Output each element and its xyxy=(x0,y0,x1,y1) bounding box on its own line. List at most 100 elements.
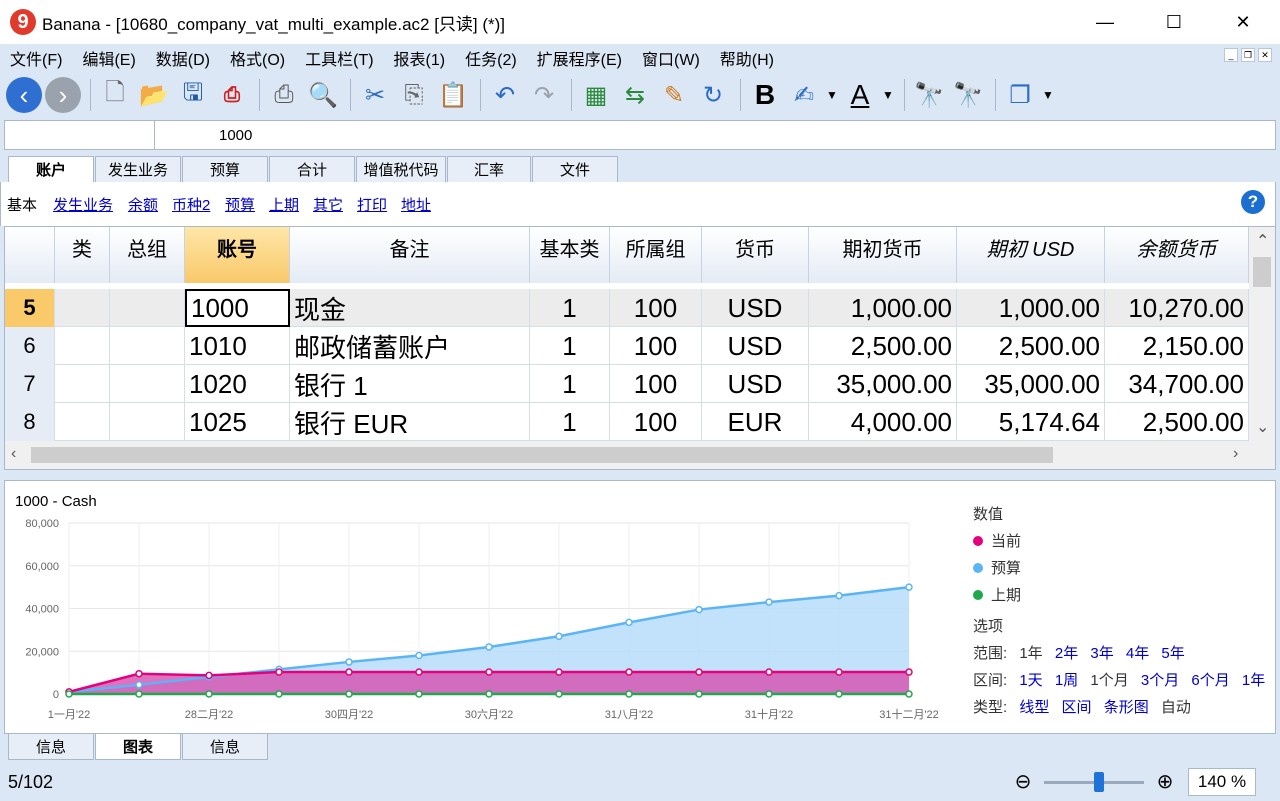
type-option[interactable]: 自动 xyxy=(1161,699,1191,716)
balance-currency-cell[interactable]: 34,700.00 xyxy=(1105,365,1249,403)
forward-icon[interactable]: › xyxy=(45,77,81,113)
chevron-up-icon[interactable]: ⌃ xyxy=(1256,231,1269,251)
tab-exchange-rates[interactable]: 汇率 xyxy=(447,156,531,182)
close-button[interactable]: ✕ xyxy=(1220,0,1266,44)
chevron-down-icon[interactable]: ⌄ xyxy=(1256,417,1269,437)
view-address[interactable]: 地址 xyxy=(401,194,431,215)
tab-transactions[interactable]: 发生业务 xyxy=(95,156,181,182)
row-number[interactable]: 6 xyxy=(5,327,55,365)
currency-cell[interactable]: USD xyxy=(702,327,809,365)
interval-option[interactable]: 1天 xyxy=(1019,672,1042,689)
mdi-close-button[interactable]: ✕ xyxy=(1258,48,1272,62)
print-preview-icon[interactable]: 🔍 xyxy=(305,77,341,113)
interval-option[interactable]: 1个月 xyxy=(1090,672,1128,689)
tab-vat-codes[interactable]: 增值税代码 xyxy=(356,156,446,182)
undo-icon[interactable]: ↶ xyxy=(487,77,523,113)
maximize-button[interactable]: ☐ xyxy=(1151,0,1197,44)
highlight-icon[interactable]: ✍ xyxy=(786,77,822,113)
description-cell[interactable]: 邮政储蓄账户 xyxy=(290,327,530,365)
menu-file[interactable]: 文件(F) xyxy=(0,46,72,70)
redo-icon[interactable]: ↷ xyxy=(526,77,562,113)
horizontal-scrollbar[interactable]: ‹ › xyxy=(5,441,1275,469)
column-header[interactable]: 基本类 xyxy=(530,227,610,283)
currency-cell[interactable]: USD xyxy=(702,365,809,403)
zoom-slider-handle[interactable] xyxy=(1094,772,1104,792)
opening-usd-cell[interactable]: 1,000.00 xyxy=(957,289,1105,327)
row-number[interactable]: 8 xyxy=(5,403,55,441)
chevron-left-icon[interactable]: ‹ xyxy=(11,445,16,463)
account-cell[interactable]: 1025 xyxy=(185,403,290,441)
save-icon[interactable]: 🖫 xyxy=(175,77,211,113)
mdi-minimize-button[interactable]: _ xyxy=(1224,48,1238,62)
print-icon[interactable]: ⎙ xyxy=(266,77,302,113)
chevron-down-icon[interactable]: ▼ xyxy=(1041,77,1055,113)
find-icon[interactable]: 🔭 xyxy=(911,77,947,113)
menu-format[interactable]: 格式(O) xyxy=(220,46,295,70)
group-cell[interactable] xyxy=(110,365,185,403)
chevron-right-icon[interactable]: › xyxy=(1233,445,1238,463)
table-row[interactable]: 6 1010 邮政储蓄账户 1 100 USD 2,500.00 2,500.0… xyxy=(5,327,1249,365)
balance-currency-cell[interactable]: 2,150.00 xyxy=(1105,327,1249,365)
account-cell[interactable]: 1010 xyxy=(185,327,290,365)
description-cell[interactable]: 银行 EUR xyxy=(290,403,530,441)
recheck-icon[interactable]: ↻ xyxy=(695,77,731,113)
opening-currency-cell[interactable]: 35,000.00 xyxy=(809,365,957,403)
menu-reports[interactable]: 报表(1) xyxy=(384,46,456,70)
column-header[interactable]: 货币 xyxy=(702,227,809,283)
column-header[interactable]: 类 xyxy=(55,227,110,283)
menu-edit[interactable]: 编辑(E) xyxy=(72,46,145,70)
tab-info-2[interactable]: 信息 xyxy=(182,734,268,760)
chevron-down-icon[interactable]: ▼ xyxy=(825,77,839,113)
chevron-down-icon[interactable]: ▼ xyxy=(881,77,895,113)
range-option[interactable]: 2年 xyxy=(1055,645,1078,662)
table-row[interactable]: 7 1020 银行 1 1 100 USD 35,000.00 35,000.0… xyxy=(5,365,1249,403)
menu-window[interactable]: 窗口(W) xyxy=(632,46,710,70)
tab-info[interactable]: 信息 xyxy=(8,734,94,760)
minimize-button[interactable]: — xyxy=(1082,0,1128,44)
zoom-in-icon[interactable]: ⊕ xyxy=(1152,768,1178,794)
type-option[interactable]: 条形图 xyxy=(1104,699,1149,716)
view-base[interactable]: 基本 xyxy=(7,194,37,215)
type-option[interactable]: 区间 xyxy=(1062,699,1092,716)
column-header[interactable]: 期初 USD xyxy=(957,227,1105,283)
column-header[interactable]: 备注 xyxy=(290,227,530,283)
formula-value[interactable]: 1000 xyxy=(219,127,252,144)
range-option[interactable]: 3年 xyxy=(1090,645,1113,662)
column-header[interactable]: 所属组 xyxy=(610,227,702,283)
tab-budget[interactable]: 预算 xyxy=(182,156,268,182)
class-cell[interactable] xyxy=(55,365,110,403)
edit-tool-icon[interactable]: ✎ xyxy=(656,77,692,113)
bold-icon[interactable]: B xyxy=(747,77,783,113)
class-cell[interactable] xyxy=(55,403,110,441)
move-rows-icon[interactable]: ⇆ xyxy=(617,77,653,113)
interval-option[interactable]: 3个月 xyxy=(1141,672,1179,689)
description-cell[interactable]: 银行 1 xyxy=(290,365,530,403)
opening-usd-cell[interactable]: 2,500.00 xyxy=(957,327,1105,365)
insert-row-icon[interactable]: ▦ xyxy=(578,77,614,113)
account-cell[interactable]: 1020 xyxy=(185,365,290,403)
menu-tasks[interactable]: 任务(2) xyxy=(455,46,527,70)
legend-item-previous[interactable]: 上期 xyxy=(973,584,1021,605)
cut-icon[interactable]: ✂ xyxy=(357,77,393,113)
column-header[interactable]: 总组 xyxy=(110,227,185,283)
column-header[interactable]: 账号 xyxy=(185,227,290,283)
tab-chart[interactable]: 图表 xyxy=(95,734,181,760)
copy-icon[interactable]: ⎘ xyxy=(396,77,432,113)
help-icon[interactable]: ? xyxy=(1241,190,1265,214)
class-cell[interactable] xyxy=(55,327,110,365)
zoom-level-field[interactable]: 140 % xyxy=(1188,768,1256,796)
opening-currency-cell[interactable]: 1,000.00 xyxy=(809,289,957,327)
tab-accounts[interactable]: 账户 xyxy=(8,156,94,182)
account-cell[interactable]: 1000 xyxy=(185,289,290,327)
legend-item-current[interactable]: 当前 xyxy=(973,530,1021,551)
bclass-cell[interactable]: 1 xyxy=(530,403,610,441)
row-number[interactable]: 7 xyxy=(5,365,55,403)
zoom-out-icon[interactable]: ⊖ xyxy=(1010,768,1036,794)
view-transactions[interactable]: 发生业务 xyxy=(53,194,113,215)
column-header[interactable]: 余额货币 xyxy=(1105,227,1249,283)
view-previous[interactable]: 上期 xyxy=(269,194,299,215)
replace-icon[interactable]: 🔭 xyxy=(950,77,986,113)
type-option[interactable]: 线型 xyxy=(1019,699,1049,716)
new-file-icon[interactable]: 🗋 xyxy=(97,77,133,113)
balance-currency-cell[interactable]: 10,270.00 xyxy=(1105,289,1249,327)
